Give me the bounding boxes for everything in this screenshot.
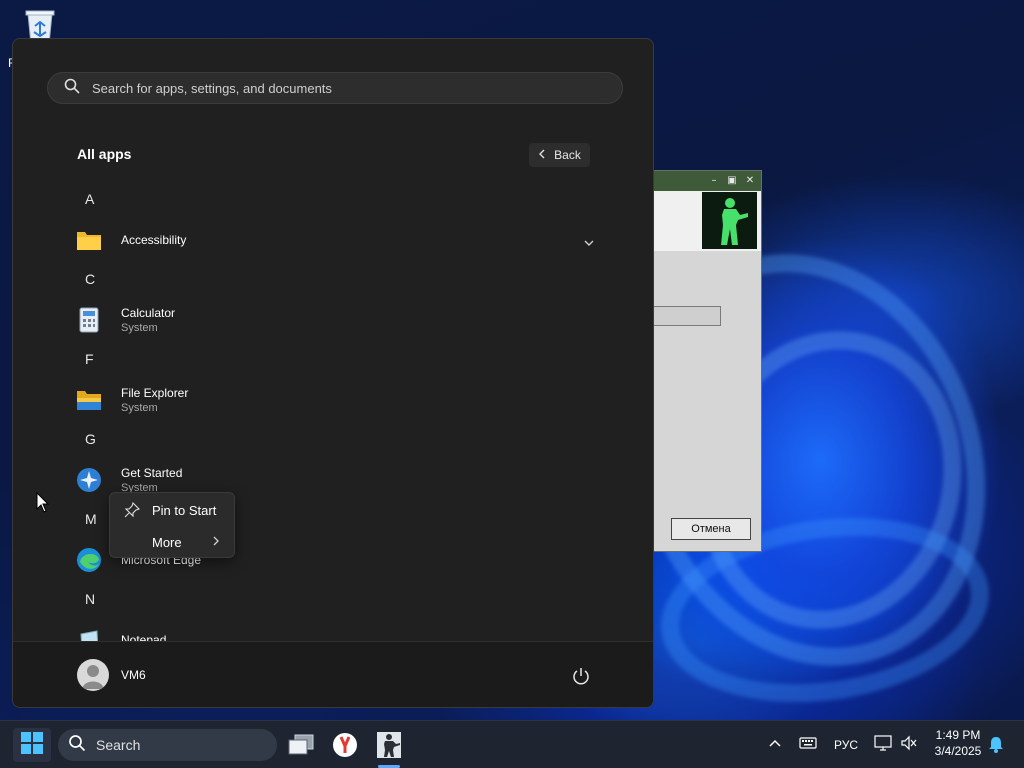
network-icon[interactable]: [874, 735, 892, 754]
background-dialog-window[interactable]: – ▣ ✕ Отмена: [640, 170, 762, 552]
section-letter-c[interactable]: C: [85, 271, 95, 287]
chevron-right-icon: [212, 535, 220, 550]
app-item-calculator[interactable]: Calculator System: [75, 300, 595, 340]
context-menu: Pin to Start More: [109, 492, 235, 558]
taskbar-search-input[interactable]: Search: [58, 729, 277, 761]
edge-icon: [75, 546, 103, 574]
file-explorer-icon: [75, 386, 103, 414]
cancel-button[interactable]: Отмена: [671, 518, 751, 540]
app-name: Get Started: [121, 466, 183, 480]
counter-strike-icon[interactable]: [374, 730, 404, 760]
app-item-file-explorer[interactable]: File Explorer System: [75, 380, 595, 420]
windows-logo-icon: [21, 732, 43, 758]
power-icon[interactable]: [571, 666, 591, 686]
calculator-icon: [75, 306, 103, 334]
section-letter-g[interactable]: G: [85, 431, 96, 447]
mouse-cursor-icon: [36, 491, 50, 514]
app-name: Calculator: [121, 306, 176, 320]
dialog-text-field[interactable]: [651, 306, 721, 326]
yandex-browser-icon[interactable]: [330, 730, 360, 760]
app-subtitle: System: [121, 322, 158, 334]
notification-bell-icon[interactable]: [988, 735, 1004, 756]
app-name: File Explorer: [121, 386, 189, 400]
minimize-icon[interactable]: –: [709, 176, 719, 186]
section-letter-n[interactable]: N: [85, 591, 95, 607]
search-icon: [64, 78, 80, 98]
app-name: Accessibility: [121, 233, 187, 247]
context-item-label: Pin to Start: [152, 502, 217, 518]
section-letter-m[interactable]: M: [85, 511, 97, 527]
chevron-left-icon: [538, 148, 546, 162]
start-menu: Search for apps, settings, and documents…: [12, 38, 654, 708]
system-clock[interactable]: 1:49 PM 3/4/2025: [920, 727, 996, 759]
avatar[interactable]: [77, 659, 109, 691]
start-search-input[interactable]: Search for apps, settings, and documents: [47, 72, 623, 104]
dialog-header: [641, 191, 761, 251]
language-indicator[interactable]: РУС: [834, 738, 858, 752]
search-placeholder: Search for apps, settings, and documents: [92, 80, 332, 96]
search-icon: [68, 734, 86, 756]
chevron-down-icon[interactable]: [583, 232, 595, 251]
context-item-label: More: [152, 534, 182, 550]
maximize-icon[interactable]: ▣: [727, 176, 737, 186]
app-item-accessibility[interactable]: Accessibility: [75, 220, 595, 260]
back-button[interactable]: Back: [529, 143, 590, 167]
section-letter-f[interactable]: F: [85, 351, 94, 367]
volume-muted-icon[interactable]: [900, 735, 918, 754]
pin-icon: [124, 501, 141, 521]
start-button[interactable]: [13, 728, 51, 762]
keyboard-icon[interactable]: [799, 736, 817, 753]
user-name[interactable]: VM6: [121, 668, 146, 682]
chevron-up-icon[interactable]: [768, 737, 782, 751]
task-view-icon[interactable]: [286, 730, 316, 760]
counter-strike-soldier-image: [702, 192, 757, 249]
dialog-titlebar: – ▣ ✕: [641, 171, 761, 191]
start-footer: VM6: [13, 641, 653, 707]
app-subtitle: System: [121, 402, 158, 414]
section-letter-a[interactable]: A: [85, 191, 94, 207]
taskbar-search-placeholder: Search: [96, 737, 141, 753]
get-started-icon: [75, 466, 103, 494]
context-item-more[interactable]: More: [110, 526, 234, 558]
back-label: Back: [554, 148, 581, 162]
context-item-pin-to-start[interactable]: Pin to Start: [110, 494, 234, 526]
close-icon[interactable]: ✕: [745, 176, 755, 186]
clock-time: 1:49 PM: [935, 728, 981, 742]
clock-date: 3/4/2025: [934, 744, 982, 758]
taskbar: Search РУС 1:49 PM 3/4/2025: [0, 720, 1024, 768]
folder-icon: [75, 226, 103, 254]
all-apps-heading: All apps: [77, 146, 132, 162]
